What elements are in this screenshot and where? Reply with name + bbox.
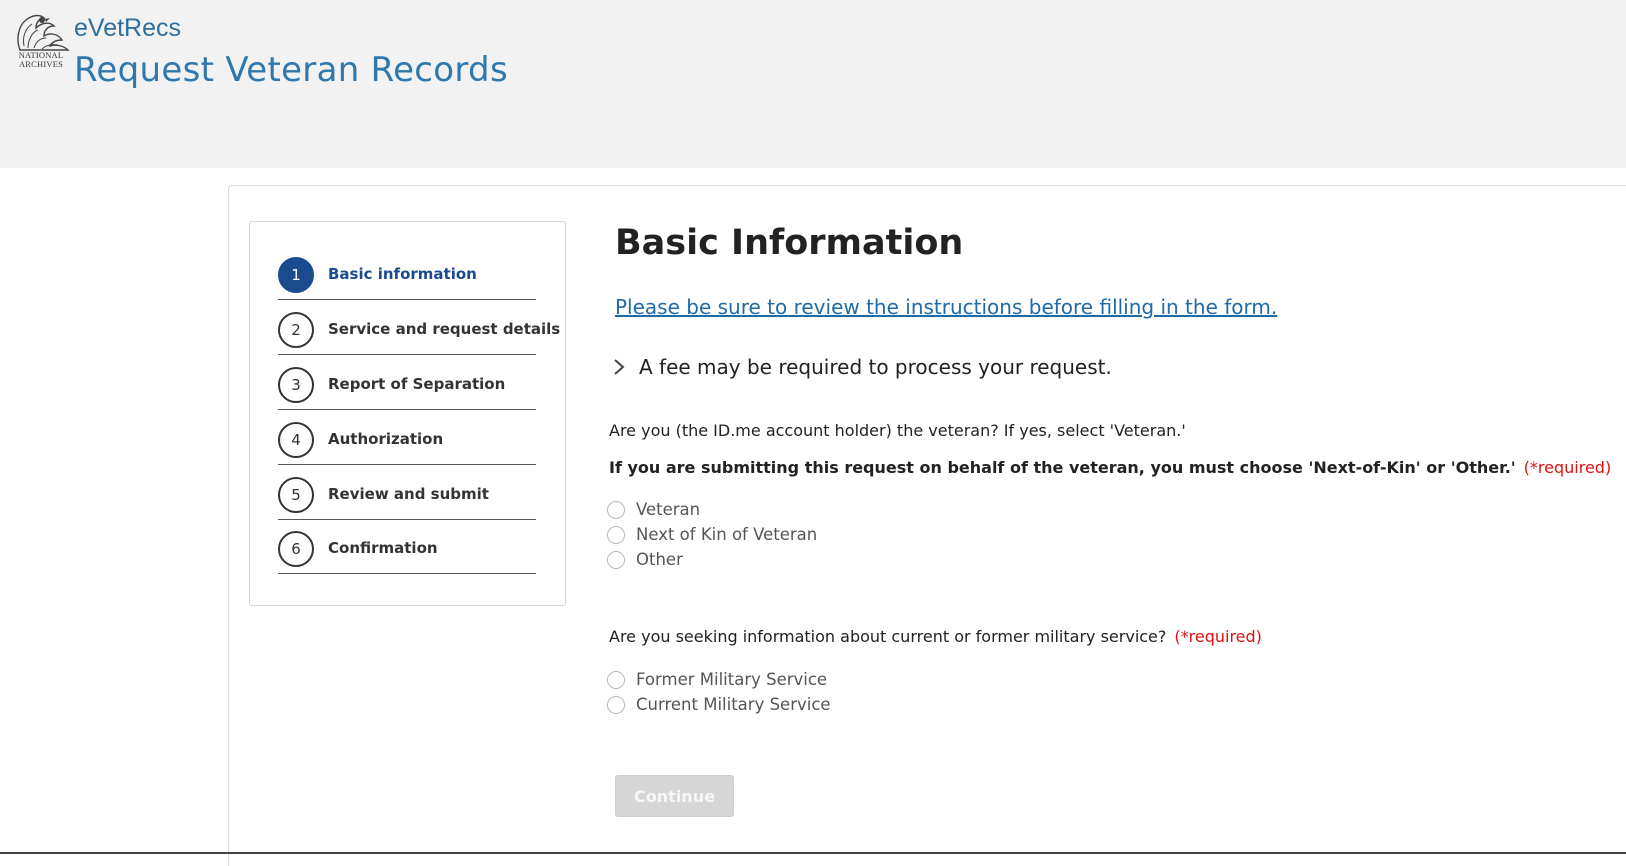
step-label: Basic information: [328, 265, 477, 283]
required-marker: (*required): [1523, 458, 1612, 477]
radio-label[interactable]: Veteran: [636, 500, 700, 519]
radio-next-of-kin[interactable]: Next of Kin of Veteran: [607, 525, 817, 544]
radio-button[interactable]: [607, 550, 625, 569]
step-number: 3: [278, 367, 314, 403]
step-number: 4: [278, 422, 314, 458]
step-label: Service and request details: [328, 320, 561, 338]
radio-label[interactable]: Next of Kin of Veteran: [636, 525, 817, 544]
fee-disclosure-toggle[interactable]: A fee may be required to process your re…: [610, 355, 1112, 379]
radio-label[interactable]: Other: [636, 550, 683, 569]
question-military-service-text: Are you seeking information about curren…: [609, 627, 1167, 646]
step-label: Review and submit: [328, 485, 489, 503]
question-account-holder: Are you (the ID.me account holder) the v…: [609, 421, 1186, 440]
question-on-behalf: If you are submitting this request on be…: [609, 458, 1611, 477]
step-basic-information: 1 Basic information: [278, 245, 536, 300]
page-heading: Request Veteran Records: [74, 50, 508, 90]
radio-button[interactable]: [607, 695, 625, 714]
step-authorization: 4 Authorization: [278, 410, 536, 465]
step-report-of-separation: 3 Report of Separation: [278, 355, 536, 410]
logo-text: NATIONAL ARCHIVES: [18, 50, 64, 69]
step-number: 6: [278, 531, 314, 567]
radio-button[interactable]: [607, 670, 625, 689]
step-number: 1: [278, 257, 314, 293]
chevron-right-icon: [614, 359, 625, 375]
eagle-icon: [17, 14, 70, 51]
progress-stepper: 1 Basic information 2 Service and reques…: [249, 221, 566, 606]
continue-button[interactable]: Continue: [615, 775, 734, 817]
app-name[interactable]: eVetRecs: [74, 14, 181, 43]
radio-button[interactable]: [607, 525, 625, 544]
national-archives-logo: NATIONAL ARCHIVES: [12, 10, 70, 72]
fee-notice: A fee may be required to process your re…: [639, 355, 1112, 379]
step-confirmation: 6 Confirmation: [278, 519, 536, 574]
step-review-and-submit: 5 Review and submit: [278, 465, 536, 520]
step-number: 5: [278, 477, 314, 513]
radio-former-service[interactable]: Former Military Service: [607, 670, 827, 689]
radio-veteran[interactable]: Veteran: [607, 500, 700, 519]
instructions-link[interactable]: Please be sure to review the instruction…: [615, 295, 1277, 319]
step-label: Confirmation: [328, 539, 438, 557]
question-on-behalf-text: If you are submitting this request on be…: [609, 458, 1516, 477]
section-title: Basic Information: [615, 223, 964, 263]
radio-label[interactable]: Former Military Service: [636, 670, 827, 689]
radio-button[interactable]: [607, 500, 625, 519]
step-number: 2: [278, 312, 314, 348]
required-marker: (*required): [1174, 627, 1262, 646]
radio-current-service[interactable]: Current Military Service: [607, 695, 831, 714]
page-header: NATIONAL ARCHIVES eVetRecs Request Veter…: [0, 0, 1626, 168]
step-service-details: 2 Service and request details: [278, 300, 560, 355]
question-military-service: Are you seeking information about curren…: [609, 627, 1262, 646]
step-label: Report of Separation: [328, 375, 506, 393]
step-label: Authorization: [328, 430, 444, 448]
radio-label[interactable]: Current Military Service: [636, 695, 831, 714]
radio-other[interactable]: Other: [607, 550, 683, 569]
